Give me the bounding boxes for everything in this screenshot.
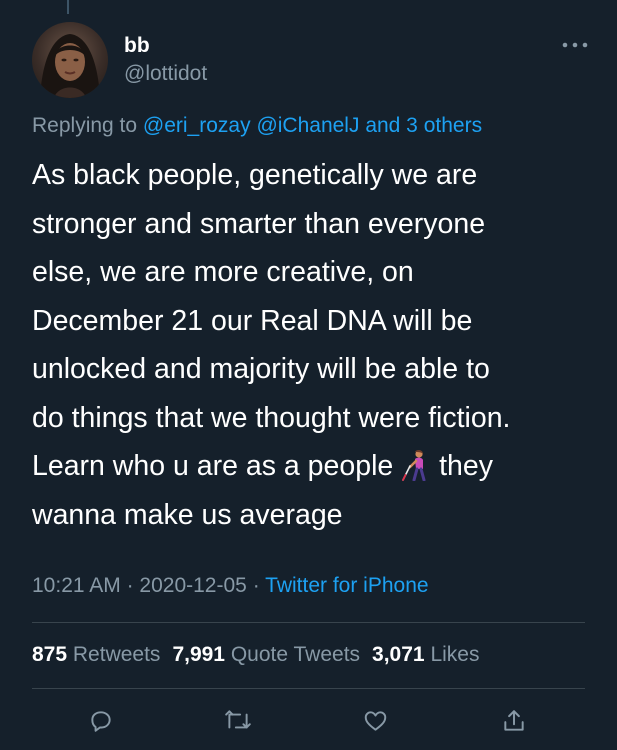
thread-line [67, 0, 69, 14]
mention-others[interactable]: and 3 others [365, 114, 482, 137]
likes-count: 3,071 [372, 643, 425, 666]
quote-tweets-stat[interactable]: 7,991 Quote Tweets [172, 643, 360, 666]
display-name[interactable]: bb [124, 34, 150, 58]
avatar-photo [40, 34, 100, 98]
more-options-icon[interactable] [560, 36, 590, 54]
user-handle[interactable]: @lottidot [124, 62, 207, 86]
like-icon[interactable] [358, 704, 392, 738]
replying-prefix: Replying to [32, 114, 138, 137]
tweet-text-main: As black people, genetically we are stro… [32, 159, 511, 482]
tweet-date[interactable]: 2020-12-05 [139, 574, 246, 597]
divider [32, 622, 585, 623]
retweets-count: 875 [32, 643, 68, 666]
quote-tweets-label: Quote Tweets [230, 643, 361, 666]
mention-eri-rozay[interactable]: @eri_rozay [143, 114, 251, 137]
tweet-source[interactable]: Twitter for iPhone [265, 574, 428, 597]
reply-icon[interactable] [84, 704, 118, 738]
woman-with-white-cane-emoji [401, 448, 431, 482]
tweet-text: As black people, genetically we are stro… [32, 151, 597, 539]
quote-tweets-count: 7,991 [172, 643, 225, 666]
retweet-icon[interactable] [221, 704, 255, 738]
tweet-time[interactable]: 10:21 AM [32, 574, 121, 597]
tweet-meta: 10:21 AM · 2020-12-05 · Twitter for iPho… [32, 574, 429, 598]
meta-separator: · [126, 574, 134, 597]
replying-to: Replying to @eri_rozay @iChanelJ and 3 o… [32, 114, 482, 138]
likes-label: Likes [430, 643, 480, 666]
divider [32, 688, 585, 689]
likes-stat[interactable]: 3,071 Likes [372, 643, 479, 666]
meta-separator: · [252, 574, 260, 597]
action-bar [0, 700, 617, 740]
retweets-label: Retweets [72, 643, 161, 666]
share-icon[interactable] [497, 704, 531, 738]
tweet-stats: 875 Retweets 7,991 Quote Tweets 3,071 Like… [32, 643, 479, 667]
avatar[interactable] [32, 22, 108, 98]
mention-ichanelj[interactable]: @iChanelJ [256, 114, 359, 137]
retweets-stat[interactable]: 875 Retweets [32, 643, 160, 666]
